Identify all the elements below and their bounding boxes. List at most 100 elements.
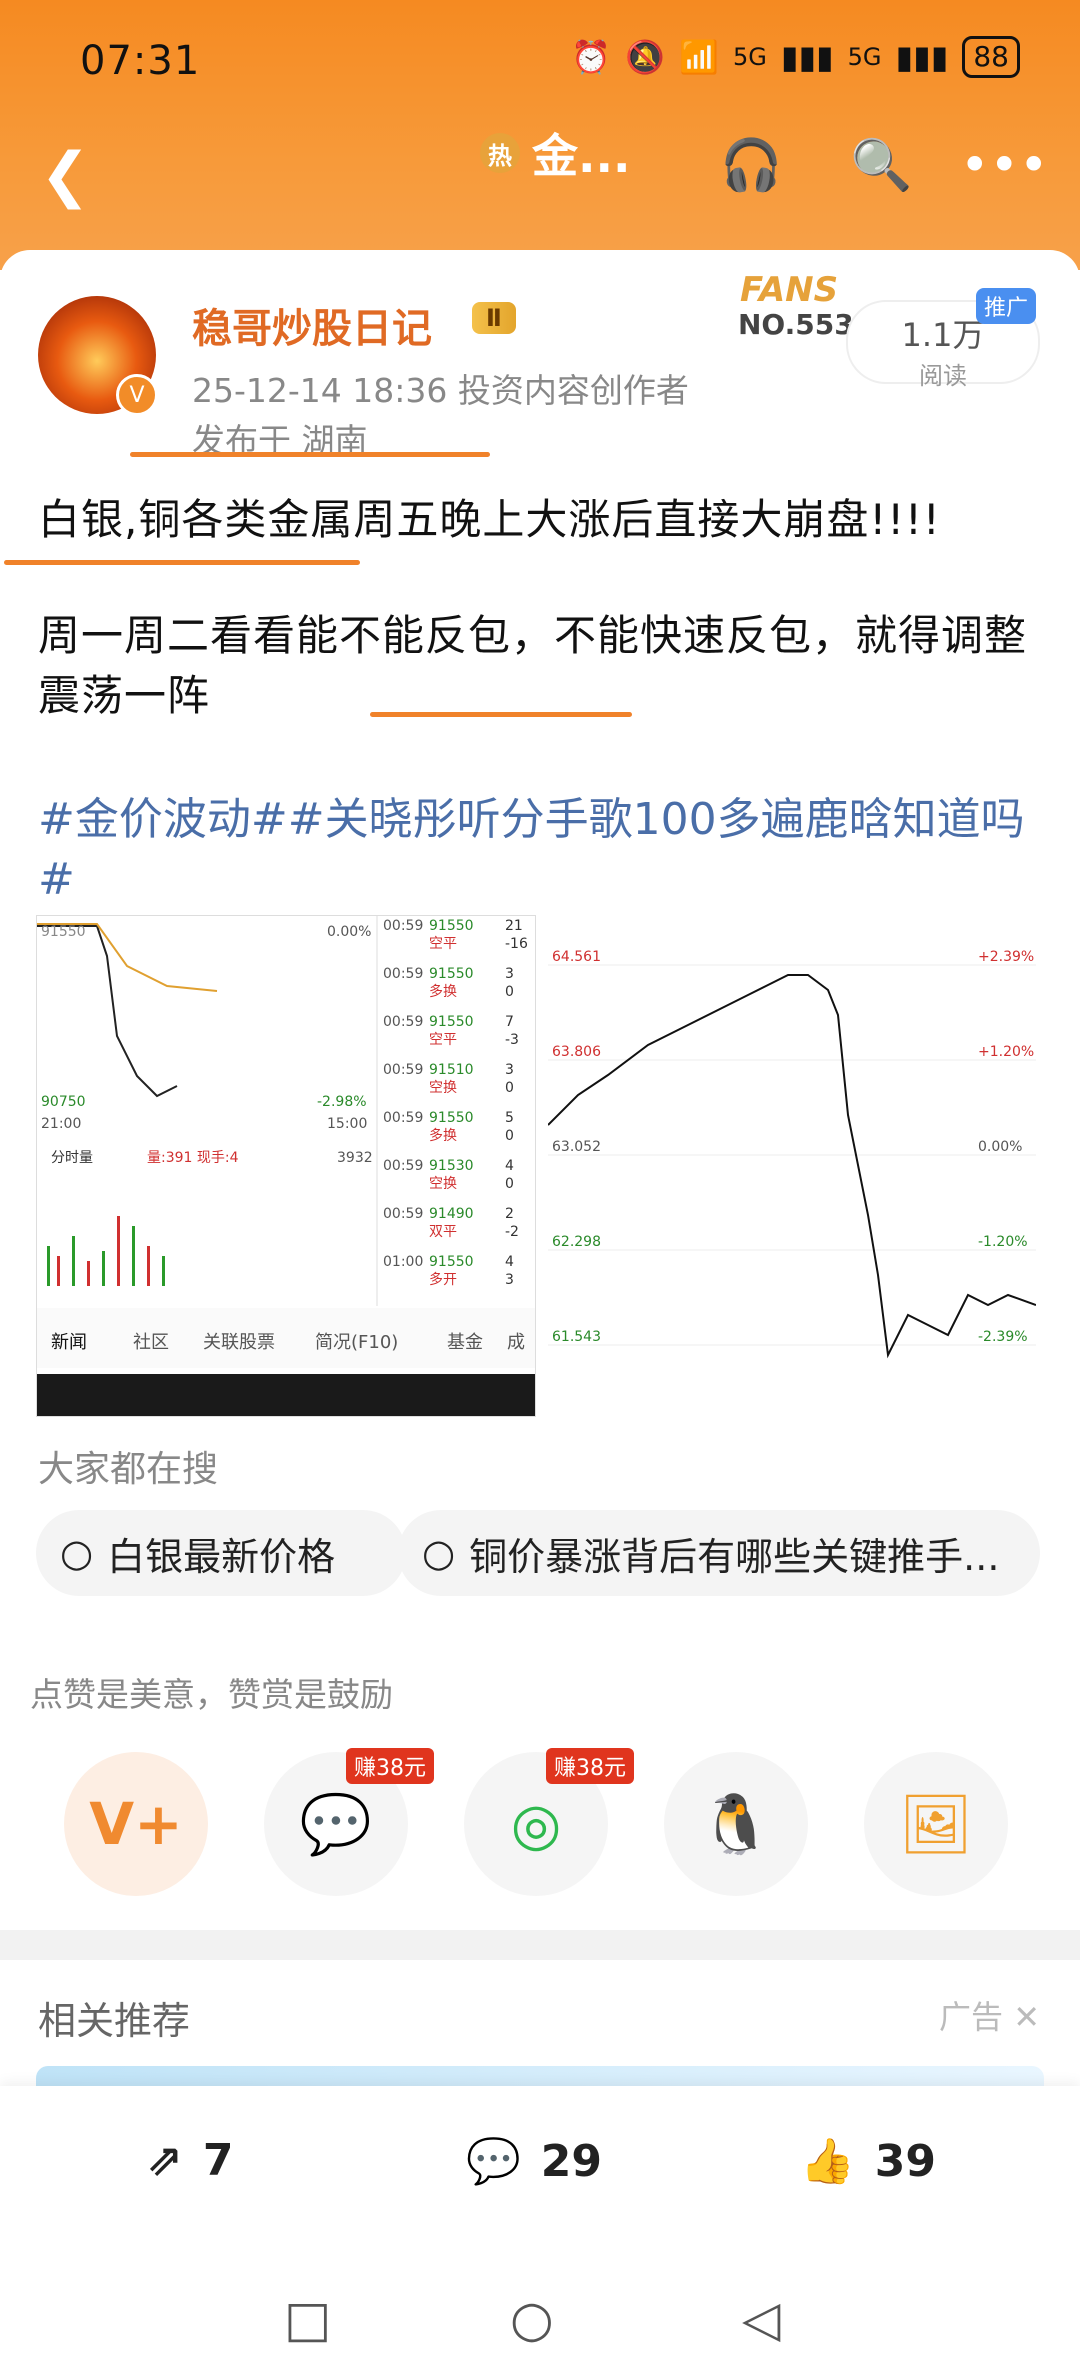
square-icon: □ (284, 2290, 332, 2348)
search-pill-1[interactable]: ○ 白银最新价格 (36, 1510, 406, 1596)
home-button[interactable]: ○ (510, 2290, 554, 2348)
search-pill-2[interactable]: ○ 铜价暴涨背后有哪些关键推手... (398, 1510, 1040, 1596)
underline-mark (130, 452, 490, 457)
chart-tab: 社区 (133, 1332, 169, 1353)
like-button[interactable]: 👍 39 (800, 2135, 937, 2188)
tick-cell: -2 (505, 1224, 519, 1240)
tick-cell: 空平 (429, 1032, 457, 1048)
related-title: 相关推荐 (38, 1999, 191, 2043)
comment-count: 29 (540, 2135, 603, 2187)
underline-mark (4, 560, 360, 565)
search-section-title: 大家都在搜 (38, 1449, 219, 1490)
reward-button[interactable]: V+ (64, 1752, 208, 1896)
more-button[interactable]: ••• (960, 136, 1048, 194)
tick-cell: 91550 (429, 1110, 474, 1126)
read-count-label: 阅读 (919, 362, 967, 390)
chart-tab: 关联股票 (203, 1332, 275, 1353)
nav-back-button[interactable]: ◁ (742, 2290, 780, 2348)
image-download-icon: 🖼 (899, 1789, 973, 1858)
hot-icon: 热 (480, 133, 520, 173)
tick-cell: 0 (505, 1080, 514, 1096)
share-qq-button[interactable]: 🐧 (664, 1752, 808, 1896)
chart-image-left[interactable]: 0.00% 91550 90750 -2.98% 21:00 15:00 分时量… (36, 915, 536, 1417)
vol-max: 3932 (337, 1150, 373, 1166)
tick-cell: 91550 (429, 1254, 474, 1270)
y-tick-left: 64.561 (552, 949, 601, 965)
tick-cell: 00:59 (383, 1014, 423, 1030)
tick-cell: 5 (505, 1110, 514, 1126)
time-end: 15:00 (327, 1116, 367, 1132)
like-count: 39 (874, 2135, 937, 2187)
back-button[interactable]: ❮ (40, 140, 90, 210)
signal-5g-label: 5G (732, 43, 767, 71)
tick-cell: 多开 (429, 1271, 457, 1288)
save-image-button[interactable]: 🖼 (864, 1752, 1008, 1896)
tick-cell: 0 (505, 1128, 514, 1144)
y-tick-left: 63.806 (552, 1044, 601, 1060)
tick-cell: 3 (505, 966, 514, 982)
recents-button[interactable]: □ (284, 2290, 331, 2348)
signal-icon-2: ▮▮▮ (895, 38, 949, 76)
wechat-icon: 💬 (299, 1789, 373, 1858)
tick-cell: 91550 (429, 918, 474, 934)
price-bottom: 90750 (41, 1094, 86, 1110)
author-name[interactable]: 稳哥炒股日记 (192, 296, 432, 354)
tick-cell: 00:59 (383, 1206, 423, 1222)
y-tick-right: -1.20% (978, 1234, 1028, 1250)
tick-cell: 91550 (429, 1014, 474, 1030)
vol-label: 分时量 (51, 1150, 93, 1166)
post-hashtags[interactable]: #金价波动##关晓彤听分手歌100多遍鹿晗知道吗# (38, 790, 1048, 910)
status-icons: ⏰ 🔕 📶 5G ▮▮▮ 5G ▮▮▮ 88 (571, 36, 1020, 78)
status-time: 07:31 (80, 38, 201, 84)
y-tick-left: 62.298 (552, 1234, 601, 1250)
mute-icon: 🔕 (625, 38, 666, 76)
search-pill-1-label: 白银最新价格 (107, 1534, 336, 1579)
tick-cell: 0 (505, 984, 514, 1000)
triangle-back-icon: ◁ (742, 2290, 781, 2348)
search-icon: 🔍 (850, 136, 913, 194)
price-top: 91550 (41, 924, 86, 940)
tick-cell: 91530 (429, 1158, 474, 1174)
tick-cell: -16 (505, 936, 528, 952)
section-divider (0, 1930, 1080, 1960)
tick-cell: 00:59 (383, 1110, 423, 1126)
price-chart: 64.561 +2.39% 63.806 +1.20% 63.052 0.00% 62.29… (548, 949, 1036, 1359)
y-tick-left: 63.052 (552, 1139, 601, 1155)
tick-cell: 91490 (429, 1206, 474, 1222)
share-button[interactable]: ⇗ 7 (146, 2135, 234, 2186)
tick-cell: 3 (505, 1062, 514, 1078)
tick-cell: -3 (505, 1032, 519, 1048)
chart-image-right[interactable]: 64.561 +2.39% 63.806 +1.20% 63.052 0.00% 62.29… (548, 915, 1036, 1415)
tick-cell: 空换 (429, 1175, 457, 1192)
headphones-icon: 🎧 (720, 136, 783, 194)
tick-cell: 7 (505, 1014, 514, 1030)
y-tick-right: 0.00% (978, 1139, 1022, 1155)
pct-top: 0.00% (327, 924, 371, 940)
promo-badge[interactable]: 推广 (976, 288, 1037, 324)
listen-button[interactable]: 🎧 (720, 136, 782, 195)
chart-tab: 基金 (447, 1332, 483, 1353)
close-icon: ✕ (1013, 1998, 1040, 2036)
tick-cell: 多换 (429, 1127, 457, 1144)
earn-badge-1: 赚38元 (346, 1748, 434, 1784)
ad-label: 广告 (939, 1998, 1004, 2036)
time-start: 21:00 (41, 1116, 81, 1132)
tick-cell: 00:59 (383, 1062, 423, 1078)
tick-cell: 空平 (429, 936, 457, 952)
tick-cell: 21 (505, 918, 523, 934)
chart-tab: 成 (507, 1332, 525, 1353)
verified-badge-icon: V (116, 374, 158, 416)
tick-cell: 双平 (429, 1224, 457, 1240)
search-icon: ○ (422, 1531, 456, 1575)
ad-close-button[interactable]: 广告 ✕ (939, 1992, 1040, 2038)
qq-icon: 🐧 (699, 1789, 773, 1858)
vol-info: 量:391 现手:4 (147, 1150, 239, 1166)
tick-cell: 0 (505, 1176, 514, 1192)
search-pill-2-label: 铜价暴涨背后有哪些关键推手... (469, 1534, 1000, 1579)
comment-button[interactable]: 💬 29 (466, 2135, 603, 2188)
search-button[interactable]: 🔍 (850, 136, 912, 195)
tick-cell: 多换 (429, 983, 457, 1000)
share-count: 7 (202, 2135, 234, 2186)
y-tick-right: +1.20% (978, 1044, 1034, 1060)
tick-cell: 4 (505, 1254, 514, 1270)
